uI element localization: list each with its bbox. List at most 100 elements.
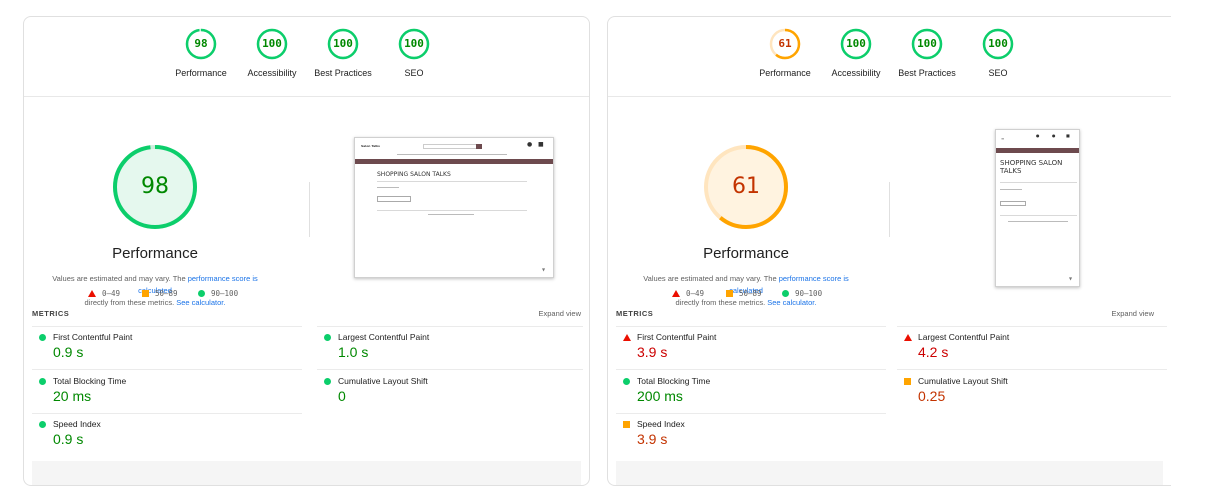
circle-icon — [623, 378, 630, 385]
legend-fail: 0–49 — [672, 289, 704, 298]
metric-value: 1.0 s — [338, 344, 369, 360]
metric-value: 0.25 — [918, 388, 946, 404]
gauge-accessibility[interactable]: 100 Accessibility — [232, 27, 312, 78]
metric-label: Largest Contentful Paint — [338, 332, 430, 342]
gauge-ring: 100 — [839, 27, 873, 61]
metric-label: First Contentful Paint — [53, 332, 133, 342]
performance-summary: 61 Performance Values are estimated and … — [626, 142, 866, 309]
gauge-best-practices[interactable]: 100 Best Practices — [303, 27, 383, 78]
page-screenshot-mobile: ≡ ● ● ■ SHOPPING SALON TALKS ▼ — [995, 129, 1080, 287]
metric-divider — [897, 369, 1167, 370]
menu-icon: ≡ — [1001, 136, 1005, 141]
gauge-ring: 98 — [184, 27, 218, 61]
metric-value: 0.9 s — [53, 344, 84, 360]
status-icon — [39, 421, 46, 428]
site-button — [377, 196, 411, 202]
triangle-icon — [623, 334, 631, 341]
circle-icon — [324, 334, 331, 341]
metric-value: 20 ms — [53, 388, 92, 404]
site-text — [1000, 189, 1022, 190]
category-gauges: 98 Performance 100 Accessibility 100 Bes… — [24, 27, 589, 87]
metric-cumulative-layout-shift: Cumulative Layout Shift 0 — [317, 375, 587, 419]
gauge-performance[interactable]: 61 Performance — [745, 27, 825, 78]
scroll-down-icon: ▼ — [1069, 276, 1073, 281]
metric-speed-index: Speed Index 3.9 s — [616, 418, 886, 462]
gauge-label: Performance — [759, 68, 811, 78]
site-announcement-bar — [996, 148, 1079, 153]
metric-label: Speed Index — [53, 419, 101, 429]
gauge-seo[interactable]: 100 SEO — [958, 27, 1038, 78]
metrics-title: METRICS — [616, 309, 654, 318]
circle-icon — [782, 290, 789, 297]
metrics-title: METRICS — [32, 309, 70, 318]
metric-divider — [317, 326, 583, 327]
performance-title: Performance — [703, 245, 789, 262]
gauge-score: 98 — [194, 37, 208, 50]
site-text — [377, 187, 399, 188]
metric-label: Speed Index — [637, 419, 685, 429]
header-divider — [24, 96, 589, 97]
site-nav — [397, 154, 507, 155]
account-icon: ● — [1052, 133, 1056, 138]
site-rule — [1000, 182, 1077, 183]
circle-icon — [324, 378, 331, 385]
metric-divider — [616, 326, 886, 327]
legend-average: 50–89 — [726, 289, 762, 298]
status-icon — [324, 378, 331, 385]
desc-text: Values are estimated and may vary. The — [52, 274, 188, 283]
metric-divider — [32, 326, 302, 327]
metric-value: 0 — [338, 388, 346, 404]
metric-value: 0.9 s — [53, 431, 84, 447]
score-legend: 0–49 50–89 90–100 — [35, 289, 275, 301]
account-icon: ● — [527, 141, 533, 148]
metric-divider — [32, 413, 302, 414]
site-button — [1000, 201, 1026, 206]
gauge-seo[interactable]: 100 SEO — [374, 27, 454, 78]
performance-title: Performance — [112, 245, 198, 262]
status-icon — [623, 334, 631, 341]
category-gauges: 61 Performance 100 Accessibility 100 Bes… — [608, 27, 1171, 87]
expand-view-toggle[interactable]: Expand view — [1111, 309, 1154, 318]
legend-pass-label: 90–100 — [795, 289, 823, 298]
status-icon — [623, 421, 630, 428]
report-panel-mobile: 61 Performance 100 Accessibility 100 Bes… — [607, 16, 1171, 486]
scroll-down-icon: ▼ — [542, 267, 546, 272]
gauge-score: 100 — [404, 37, 424, 50]
metric-label: First Contentful Paint — [637, 332, 717, 342]
score-legend: 0–49 50–89 90–100 — [619, 289, 859, 301]
gauge-accessibility[interactable]: 100 Accessibility — [816, 27, 896, 78]
metric-label: Cumulative Layout Shift — [918, 376, 1008, 386]
site-footer-text — [1008, 221, 1068, 222]
gauge-ring: 100 — [397, 27, 431, 61]
square-icon — [623, 421, 630, 428]
circle-icon — [39, 378, 46, 385]
status-icon — [39, 378, 46, 385]
gauge-performance[interactable]: 98 Performance — [161, 27, 241, 78]
metric-divider — [317, 369, 583, 370]
site-rule — [377, 181, 527, 182]
performance-score: 61 — [732, 174, 760, 199]
circle-icon — [198, 290, 205, 297]
triangle-icon — [672, 290, 680, 297]
gauge-label: SEO — [404, 68, 424, 78]
site-logo: Salon Talks — [361, 144, 380, 148]
gauge-label: Accessibility — [247, 68, 297, 78]
gauge-ring: 100 — [910, 27, 944, 61]
circle-icon — [39, 334, 46, 341]
site-announcement-bar — [355, 159, 553, 164]
gauge-ring: 61 — [768, 27, 802, 61]
metric-label: Cumulative Layout Shift — [338, 376, 428, 386]
circle-icon — [39, 421, 46, 428]
status-icon — [623, 378, 630, 385]
site-rule-2 — [377, 210, 527, 211]
performance-gauge-large: 98 — [110, 142, 200, 232]
metrics-header: METRICS Expand view — [616, 309, 1163, 323]
site-heading: SHOPPING SALON TALKS — [1000, 159, 1063, 175]
expand-view-toggle[interactable]: Expand view — [538, 309, 581, 318]
gauge-label: Best Practices — [898, 68, 956, 78]
metric-label: Total Blocking Time — [53, 376, 127, 386]
metric-divider — [616, 413, 886, 414]
square-icon — [142, 290, 149, 297]
gauge-best-practices[interactable]: 100 Best Practices — [887, 27, 967, 78]
summary-separator — [889, 182, 890, 237]
